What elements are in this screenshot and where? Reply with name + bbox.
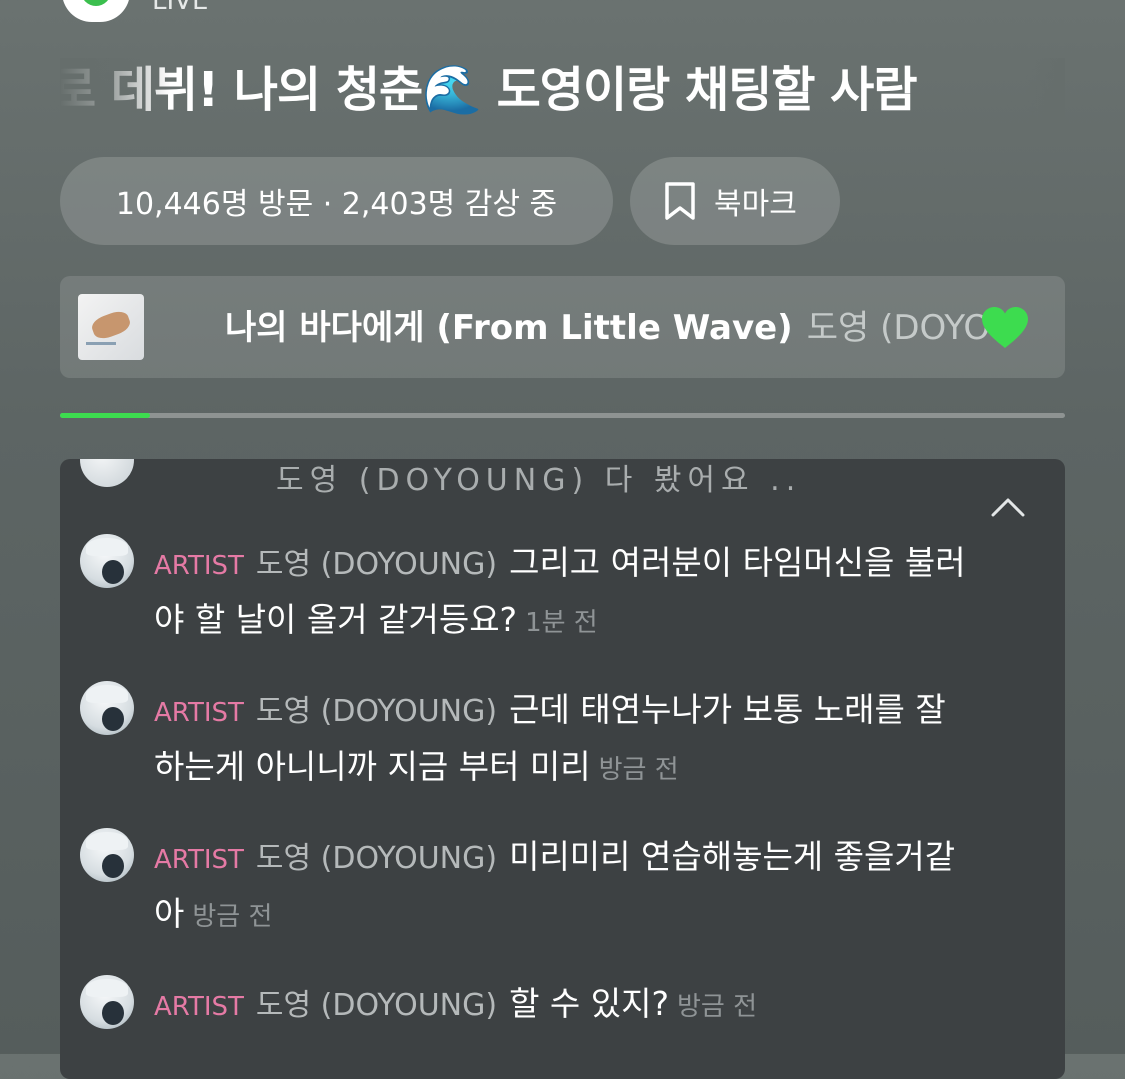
live-title: 로 데뷔! 나의 청춘🌊 도영이랑 채팅할 사람 <box>60 62 917 118</box>
user-name: 도영 (DOYOUNG) <box>255 694 498 729</box>
chat-panel: 도영 (DOYOUNG) 다 봤어요 .. ARTIST 도영 (DOYOUNG)… <box>60 459 1065 1079</box>
avatar[interactable] <box>80 828 134 882</box>
song-title: 나의 바다에게 (From Little Wave) <box>225 308 793 348</box>
title-fade-left <box>60 58 170 128</box>
user-name: 도영 (DOYOUNG) <box>255 988 498 1023</box>
message-text: 할 수 있지? <box>509 984 670 1023</box>
viewer-stats-pill: 10,446명 방문 · 2,403명 감상 중 <box>60 157 613 245</box>
live-dot-icon <box>81 0 111 6</box>
avatar[interactable] <box>80 534 134 588</box>
role-badge: ARTIST <box>154 551 244 581</box>
role-badge: ARTIST <box>154 698 244 728</box>
message-time: 1분 전 <box>525 608 598 638</box>
bookmark-label: 북마크 <box>714 187 797 222</box>
chat-partial-text: 도영 (DOYOUNG) 다 봤어요 .. <box>276 463 802 498</box>
avatar[interactable] <box>80 681 134 735</box>
message-time: 방금 전 <box>677 992 758 1022</box>
track-marquee: 나의 바다에게 (From Little Wave)도영 (DOYOUNG) <box>225 276 1015 378</box>
album-art <box>78 294 144 360</box>
heart-icon[interactable] <box>980 306 1030 350</box>
playback-progress-fill <box>60 413 151 418</box>
chevron-up-icon[interactable] <box>990 495 1026 519</box>
viewer-stats-text: 10,446명 방문 · 2,403명 감상 중 <box>115 187 558 222</box>
title-fade-right <box>1025 58 1065 128</box>
message-time: 방금 전 <box>192 902 273 932</box>
bookmark-icon <box>665 182 695 220</box>
user-name: 도영 (DOYOUNG) <box>255 841 498 876</box>
now-playing-bar[interactable]: 나의 바다에게 (From Little Wave)도영 (DOYOUNG) <box>60 276 1065 378</box>
playback-progress[interactable] <box>60 413 1065 418</box>
message-time: 방금 전 <box>598 755 679 785</box>
role-badge: ARTIST <box>154 992 244 1022</box>
avatar[interactable] <box>80 975 134 1029</box>
bookmark-button[interactable]: 북마크 <box>630 157 840 245</box>
role-badge: ARTIST <box>154 845 244 875</box>
avatar <box>80 459 134 487</box>
user-name: 도영 (DOYOUNG) <box>255 547 498 582</box>
channel-avatar[interactable] <box>62 0 130 22</box>
live-title-marquee: 로 데뷔! 나의 청춘🌊 도영이랑 채팅할 사람 <box>60 58 1065 128</box>
channel-name: LIVE <box>152 0 209 16</box>
